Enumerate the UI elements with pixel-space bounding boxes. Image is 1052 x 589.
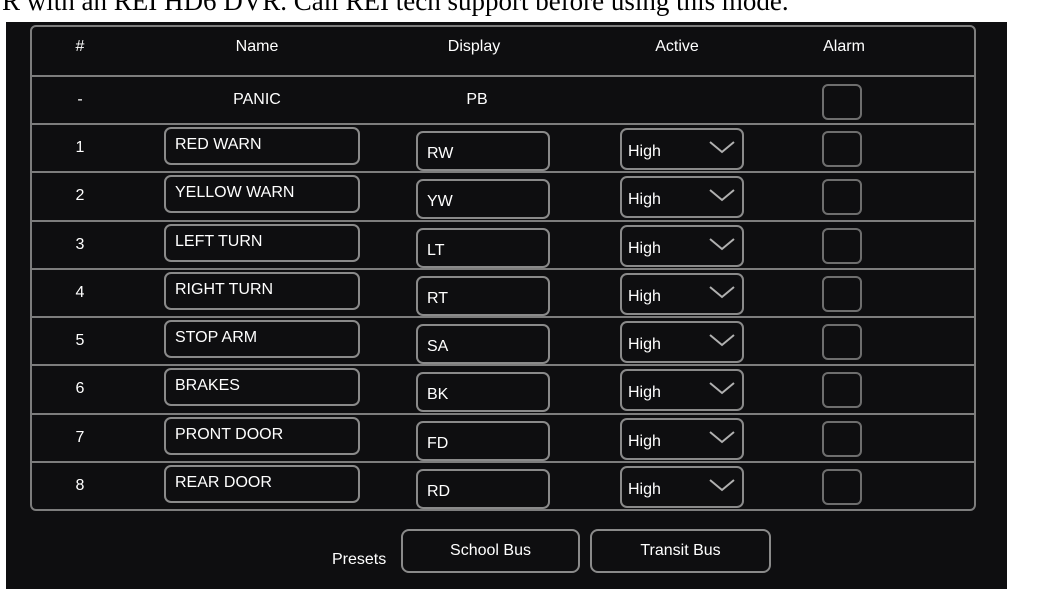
school-bus-button[interactable]: School Bus <box>401 529 580 573</box>
alarm-checkbox[interactable] <box>822 131 862 167</box>
name-input[interactable]: YELLOW WARN <box>164 175 360 214</box>
display-input[interactable]: YW <box>416 179 550 220</box>
alarm-checkbox[interactable] <box>822 84 862 120</box>
alarm-checkbox[interactable] <box>822 179 862 216</box>
name-input[interactable]: STOP ARM <box>164 320 360 358</box>
row-num: 8 <box>75 476 85 494</box>
row-num: 7 <box>75 428 85 446</box>
active-select[interactable]: High <box>620 176 744 219</box>
alarm-checkbox[interactable] <box>822 468 862 505</box>
header-num: # <box>75 38 85 55</box>
display-input[interactable]: FD <box>416 420 550 461</box>
active-select-value: High <box>628 336 661 353</box>
row-num: 4 <box>75 283 85 301</box>
table-row: 1 RED WARN RW High <box>32 123 974 171</box>
display-input[interactable]: RW <box>416 131 550 171</box>
active-select-value: High <box>628 143 661 160</box>
display-input[interactable]: SA <box>416 324 550 364</box>
row-num: 5 <box>75 332 85 349</box>
table-row: 2 YELLOW WARN YW High <box>32 171 974 220</box>
alarm-checkbox[interactable] <box>822 227 862 264</box>
row-display: PB <box>466 91 488 108</box>
instruction-banner: R with an REI HD6 DVR. Call REI tech sup… <box>0 0 1052 22</box>
table-row: 8 REAR DOOR RD High <box>32 460 974 509</box>
table-row: 5 STOP ARM SA High <box>32 316 974 364</box>
name-input[interactable]: LEFT TURN <box>164 223 360 262</box>
active-select[interactable]: High <box>620 465 744 508</box>
row-num: - <box>77 91 83 108</box>
row-name: PANIC <box>233 91 281 108</box>
chevron-down-icon <box>709 285 735 299</box>
row-num: 6 <box>75 380 85 398</box>
active-select[interactable]: High <box>620 272 744 315</box>
alarm-checkbox[interactable] <box>822 275 862 312</box>
active-select[interactable]: High <box>620 128 744 170</box>
row-num: 2 <box>75 187 85 205</box>
name-input[interactable]: REAR DOOR <box>164 464 360 503</box>
name-input[interactable]: BRAKES <box>164 368 360 407</box>
banner-text: R with an REI HD6 DVR. Call REI tech sup… <box>2 0 789 16</box>
chevron-down-icon <box>709 478 735 492</box>
table-row: 6 BRAKES BK High <box>32 364 974 413</box>
name-input[interactable]: PRONT DOOR <box>164 416 360 455</box>
active-select-value: High <box>628 480 661 498</box>
header-display: Display <box>447 38 501 55</box>
alarm-checkbox[interactable] <box>822 324 862 360</box>
chevron-down-icon <box>709 430 735 443</box>
chevron-down-icon <box>709 382 735 395</box>
panic-row: - PANIC PB <box>32 75 974 123</box>
header-alarm: Alarm <box>823 38 865 55</box>
transit-bus-button[interactable]: Transit Bus <box>590 529 771 573</box>
display-input[interactable]: RT <box>416 275 550 316</box>
active-select[interactable]: High <box>620 417 744 460</box>
row-num: 3 <box>75 235 85 253</box>
chevron-down-icon <box>709 334 735 347</box>
name-input[interactable]: RED WARN <box>164 127 360 165</box>
active-select-value: High <box>628 384 661 402</box>
active-select[interactable]: High <box>620 224 744 267</box>
alarm-checkbox[interactable] <box>822 372 862 409</box>
table-row: 7 PRONT DOOR FD High <box>32 412 974 461</box>
input-config-panel: # Name Display Active Alarm - PANIC PB 1… <box>6 22 1007 589</box>
inputs-table: # Name Display Active Alarm - PANIC PB 1… <box>30 25 976 511</box>
header-active: Active <box>655 38 699 55</box>
presets-label: Presets <box>332 551 387 568</box>
name-input[interactable]: RIGHT TURN <box>164 271 360 310</box>
active-select[interactable]: High <box>620 321 744 363</box>
active-select-value: High <box>628 239 661 257</box>
chevron-down-icon <box>709 237 735 250</box>
alarm-checkbox[interactable] <box>822 420 862 457</box>
table-row: 3 LEFT TURN LT High <box>32 219 974 268</box>
table-row: 4 RIGHT TURN RT High <box>32 267 974 316</box>
display-input[interactable]: RD <box>416 468 550 509</box>
display-input[interactable]: LT <box>416 227 550 268</box>
active-select-value: High <box>628 287 661 305</box>
active-select-value: High <box>628 191 661 209</box>
active-select[interactable]: High <box>620 369 744 412</box>
row-num: 1 <box>75 139 85 156</box>
chevron-down-icon <box>709 189 735 202</box>
chevron-down-icon <box>709 141 735 154</box>
display-input[interactable]: BK <box>416 372 550 413</box>
active-select-value: High <box>628 432 661 450</box>
header-name: Name <box>235 38 279 55</box>
